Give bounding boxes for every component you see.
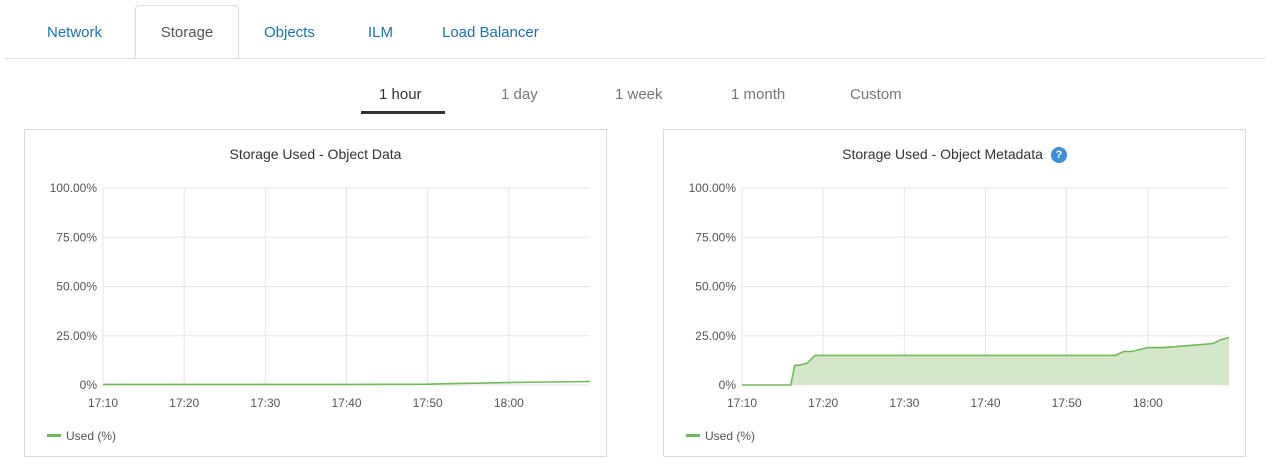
y-tick-label: 0%: [80, 378, 98, 392]
y-tick-label: 100.00%: [689, 181, 737, 195]
chart-panel-object-data: 0% 25.00% 50.00% 75.00% 100.00% 17:10 17:20 17:…: [24, 129, 607, 457]
x-tick-label: 17:50: [413, 396, 443, 410]
object-metadata-chart[interactable]: 0% 25.00% 50.00% 75.00% 100.00% 17:10 17:20 17:…: [664, 130, 1245, 456]
range-1-day[interactable]: 1 day: [501, 86, 538, 103]
legend-swatch: [686, 434, 700, 437]
chart-panel-object-metadata: 0% 25.00% 50.00% 75.00% 100.00% 17:10 17:20 17:…: [663, 129, 1246, 457]
chart-legend[interactable]: Used (%): [47, 429, 116, 443]
x-tick-label: 18:00: [1133, 396, 1163, 410]
range-1-month[interactable]: 1 month: [731, 86, 785, 103]
chart-title: Storage Used - Object Data: [229, 146, 402, 162]
tab-objects[interactable]: Objects: [264, 24, 315, 41]
tab-network[interactable]: Network: [47, 24, 102, 41]
x-tick-label: 17:20: [169, 396, 199, 410]
range-custom[interactable]: Custom: [850, 86, 902, 103]
tab-load-balancer[interactable]: Load Balancer: [442, 24, 539, 41]
chart-title: Storage Used - Object Metadata?: [664, 146, 1245, 163]
object-data-chart[interactable]: 0% 25.00% 50.00% 75.00% 100.00% 17:10 17:20 17:…: [25, 130, 606, 456]
legend-swatch: [47, 434, 61, 437]
range-1-hour[interactable]: 1 hour: [379, 86, 422, 103]
tab-divider: [5, 58, 1265, 59]
x-tick-label: 17:40: [331, 396, 361, 410]
y-tick-label: 50.00%: [56, 280, 97, 294]
x-tick-label: 18:00: [494, 396, 524, 410]
legend-label: Used (%): [705, 429, 756, 443]
x-tick-label: 17:10: [88, 396, 118, 410]
tab-ilm[interactable]: ILM: [368, 24, 393, 41]
y-tick-label: 75.00%: [695, 230, 736, 244]
y-tick-label: 100.00%: [50, 181, 98, 195]
x-tick-label: 17:10: [727, 396, 757, 410]
question-circle-icon[interactable]: ?: [1050, 147, 1067, 163]
x-tick-label: 17:30: [889, 396, 919, 410]
chart-legend[interactable]: Used (%): [686, 429, 755, 443]
y-tick-label: 75.00%: [56, 230, 97, 244]
x-tick-label: 17:20: [808, 396, 838, 410]
y-tick-label: 25.00%: [56, 329, 97, 343]
y-tick-label: 0%: [719, 378, 737, 392]
tab-storage[interactable]: Storage: [135, 5, 239, 59]
x-tick-label: 17:30: [250, 396, 280, 410]
active-range-underline: [361, 111, 445, 114]
y-tick-label: 50.00%: [695, 280, 736, 294]
x-tick-label: 17:50: [1052, 396, 1082, 410]
legend-label: Used (%): [66, 429, 117, 443]
range-1-week[interactable]: 1 week: [615, 86, 663, 103]
x-tick-label: 17:40: [970, 396, 1000, 410]
top-tab-bar: Network Storage Objects ILM Load Balance…: [0, 0, 1271, 59]
y-tick-label: 25.00%: [695, 329, 736, 343]
chart-title-text: Storage Used - Object Metadata: [842, 146, 1043, 162]
